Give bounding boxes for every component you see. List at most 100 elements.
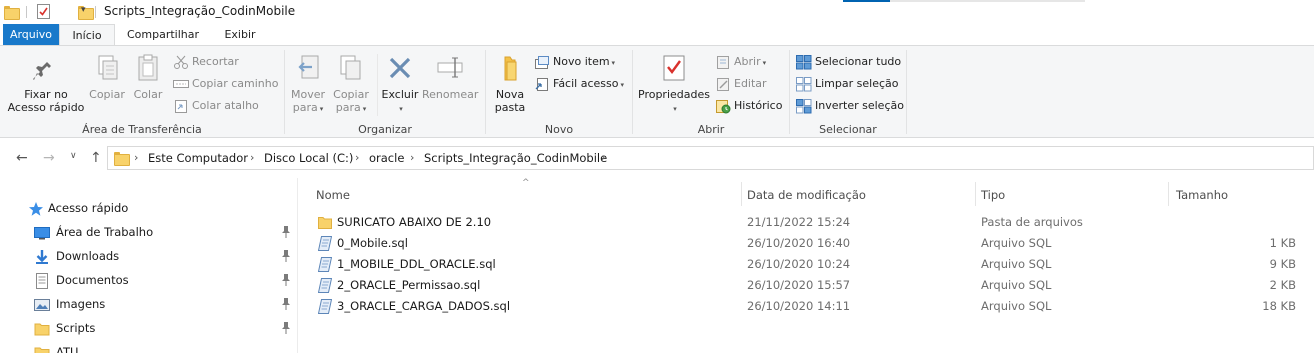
crumb-oracle[interactable]: oracle (369, 151, 404, 165)
delete-label: Excluir (381, 88, 419, 101)
file-list: ^ Nome Data de modificação Tipo Tamanho … (300, 178, 1314, 353)
paste-shortcut-button[interactable]: Colar atalho (173, 96, 259, 116)
copy-to-button[interactable]: Copiar para ▾ (330, 52, 372, 116)
cut-button[interactable]: Recortar (173, 52, 239, 72)
nav-label: ATU (56, 345, 79, 353)
nav-label: Scripts (56, 321, 96, 335)
file-modified: 26/10/2020 14:11 (747, 299, 851, 313)
properties-icon[interactable] (37, 4, 50, 22)
nav-item-documents[interactable]: Documentos (28, 270, 294, 292)
nav-item-scripts[interactable]: Scripts (28, 318, 294, 340)
easy-access-icon (535, 77, 548, 91)
title-accent (843, 0, 890, 2)
crumb-separator[interactable]: › (355, 151, 359, 164)
move-to-button[interactable]: Mover para ▾ (289, 52, 327, 116)
file-size: 9 KB (1269, 257, 1296, 271)
copy-button[interactable]: Copiar (88, 52, 126, 101)
select-none-button[interactable]: Limpar seleção (796, 74, 898, 94)
crumb-local-disk[interactable]: Disco Local (C:) (264, 151, 353, 165)
paste-icon (138, 54, 158, 81)
select-all-button[interactable]: Selecionar tudo (796, 52, 901, 72)
delete-icon (389, 57, 411, 79)
nav-item-desktop[interactable]: Área de Trabalho (28, 222, 294, 244)
column-divider[interactable] (975, 182, 976, 206)
column-header-modified[interactable]: Data de modificação (747, 186, 866, 208)
select-none-icon (796, 76, 812, 91)
up-icon[interactable]: ↑ (90, 150, 102, 166)
invert-selection-button[interactable]: Inverter seleção (796, 96, 904, 116)
pin-icon (282, 298, 290, 310)
column-header-name[interactable]: Nome (316, 186, 350, 208)
title-bar: ▾ Scripts_Integração_CodinMobile (0, 0, 1314, 24)
column-divider[interactable] (741, 182, 742, 206)
address-bar[interactable]: › Este Computador › Disco Local (C:) › o… (107, 146, 1314, 170)
pin-label-1: Fixar no (24, 88, 68, 101)
edit-button[interactable]: Editar (715, 74, 767, 94)
tab-share[interactable]: Compartilhar (120, 24, 206, 46)
crumb-separator[interactable]: › (601, 151, 605, 164)
crumb-separator[interactable]: › (134, 151, 138, 164)
nav-item-pictures[interactable]: Imagens (28, 294, 294, 316)
cut-label: Recortar (192, 55, 239, 68)
delete-button[interactable]: Excluir ▾ (381, 52, 419, 116)
column-header-type[interactable]: Tipo (981, 186, 1005, 208)
sort-ascending-icon: ^ (522, 178, 530, 188)
pin-quick-access-button[interactable]: Fixar no Acesso rápido (6, 52, 86, 114)
easy-access-button[interactable]: Fácil acesso ▾ (534, 74, 624, 94)
new-folder-button[interactable]: Nova pasta (490, 52, 530, 114)
pin-icon (282, 226, 290, 238)
nav-label: Área de Trabalho (56, 225, 154, 239)
crumb-this-pc[interactable]: Este Computador (148, 151, 248, 165)
properties-button[interactable]: Propriedades ▾ (637, 52, 711, 116)
open-label: Abrir (734, 55, 761, 68)
table-row[interactable]: SURICATO ABAIXO DE 2.10 21/11/2022 15:24… (310, 212, 1310, 233)
nav-label: Acesso rápido (48, 201, 129, 215)
new-item-button[interactable]: Novo item ▾ (534, 52, 615, 72)
table-row[interactable]: 3_ORACLE_CARGA_DADOS.sql 26/10/2020 14:1… (310, 296, 1310, 317)
column-header-size[interactable]: Tamanho (1176, 186, 1228, 208)
rename-button[interactable]: Renomear (422, 52, 478, 101)
sql-file-icon (318, 299, 332, 314)
back-icon[interactable]: ← (16, 150, 28, 166)
table-row[interactable]: 2_ORACLE_Permissao.sql 26/10/2020 15:57 … (310, 275, 1310, 296)
file-type: Arquivo SQL (981, 257, 1052, 271)
nav-item-downloads[interactable]: Downloads (28, 246, 294, 268)
file-modified: 26/10/2020 10:24 (747, 257, 851, 271)
nav-item-quick-access[interactable]: Acesso rápido (28, 198, 294, 220)
recent-locations-icon[interactable]: ∨ (70, 151, 77, 161)
new-folder-label-1: Nova (495, 88, 525, 101)
nav-label: Downloads (56, 249, 120, 263)
customize-toolbar-icon[interactable]: ▾ (81, 5, 86, 15)
crumb-separator[interactable]: › (410, 151, 414, 164)
forward-icon[interactable]: → (43, 150, 55, 166)
documents-icon (36, 273, 48, 289)
crumb-current-folder[interactable]: Scripts_Integração_CodinMobile (424, 151, 607, 165)
table-row[interactable]: 0_Mobile.sql 26/10/2020 16:40 Arquivo SQ… (310, 233, 1310, 254)
file-name: 0_Mobile.sql (337, 236, 408, 250)
column-divider[interactable] (1168, 182, 1169, 206)
nav-item-atu[interactable]: ATU (28, 342, 294, 353)
copy-path-button[interactable]: Copiar caminho (173, 74, 278, 94)
file-type: Arquivo SQL (981, 236, 1052, 250)
tab-home[interactable]: Início (59, 24, 115, 46)
paste-button[interactable]: Colar (130, 52, 166, 101)
new-group-label: Novo (544, 123, 574, 136)
file-name: 1_MOBILE_DDL_ORACLE.sql (337, 257, 496, 271)
copy-label: Copiar (89, 88, 125, 101)
history-button[interactable]: Histórico (715, 96, 782, 116)
copy-path-icon (173, 80, 189, 88)
crumb-separator[interactable]: › (250, 151, 254, 164)
desktop-icon (34, 227, 50, 240)
select-group: Selecionar tudo Limpar seleção Inverter … (790, 46, 906, 138)
table-row[interactable]: 1_MOBILE_DDL_ORACLE.sql 26/10/2020 10:24… (310, 254, 1310, 275)
file-type: Pasta de arquivos (981, 215, 1083, 229)
move-to-icon (298, 55, 319, 79)
tab-file[interactable]: Arquivo (3, 24, 59, 46)
folder-icon (4, 6, 20, 20)
tab-view[interactable]: Exibir (210, 24, 270, 46)
pin-icon (282, 274, 290, 286)
invert-selection-label: Inverter seleção (815, 99, 904, 112)
open-button[interactable]: Abrir ▾ (715, 52, 766, 72)
file-modified: 21/11/2022 15:24 (747, 215, 851, 229)
new-item-icon (535, 55, 549, 69)
